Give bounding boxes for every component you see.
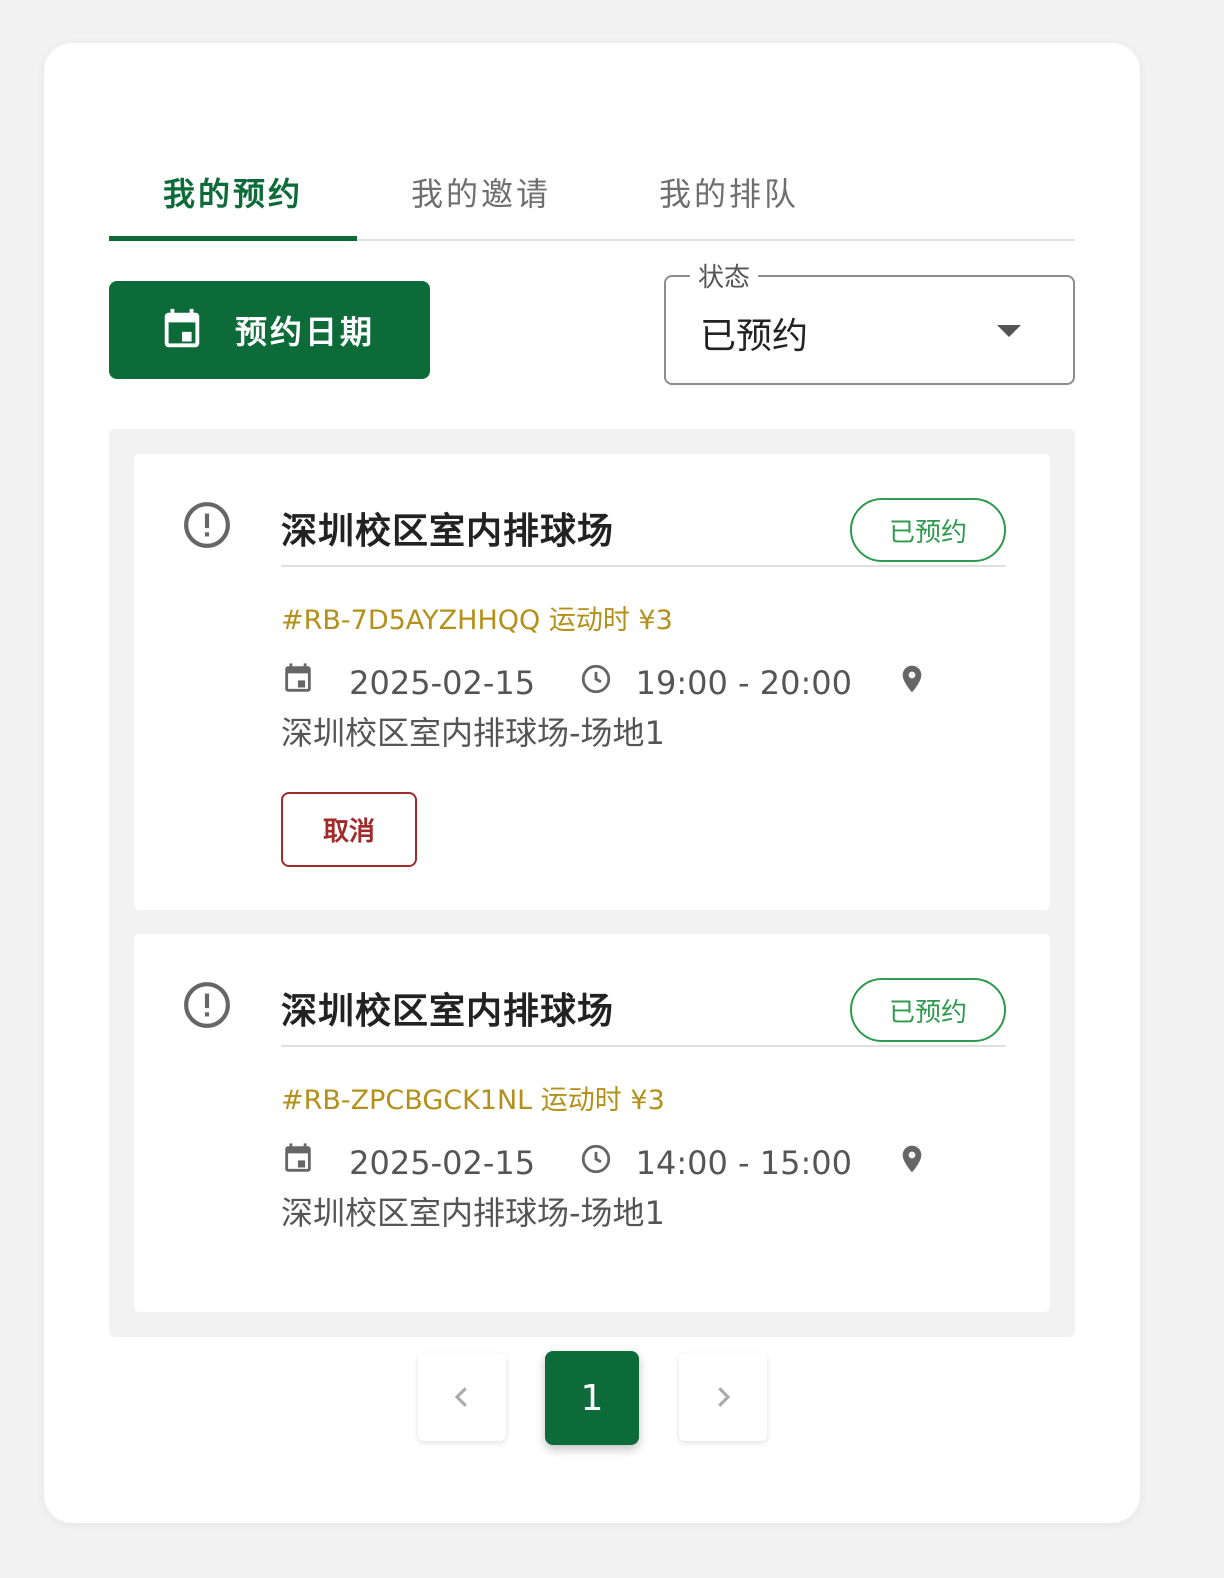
reservation-location: 深圳校区室内排球场-场地1 [281, 1194, 665, 1232]
tab-my-invitations[interactable]: 我的邀请 [357, 143, 605, 241]
reservation-title: 深圳校区室内排球场 [281, 991, 615, 1032]
reservation-date-button[interactable]: 预约日期 [109, 281, 430, 379]
clock-icon [582, 1144, 611, 1174]
divider [281, 1045, 1006, 1047]
status-badge: 已预约 [850, 498, 1006, 562]
tab-my-queue[interactable]: 我的排队 [605, 143, 853, 241]
reservation-date: 2025-02-15 [349, 664, 536, 702]
reservations-panel: 我的预约 我的邀请 我的排队 预约日期 状态 已预约 深圳校区室内排球场 已预约… [44, 43, 1140, 1523]
calendar-icon [285, 663, 311, 692]
tab-active-indicator [109, 236, 357, 241]
page-button-current[interactable]: 1 [545, 1351, 639, 1445]
alert-circle-icon [184, 502, 230, 548]
clock-icon [582, 664, 611, 694]
divider [281, 565, 1006, 567]
reservation-list: 深圳校区室内排球场 已预约 #RB-7D5AYZHHQQ 运动时 ¥3 2025… [109, 429, 1075, 1337]
reservation-location: 深圳校区室内排球场-场地1 [281, 714, 665, 752]
cancel-button[interactable]: 取消 [281, 792, 417, 867]
reservation-card: 深圳校区室内排球场 已预约 #RB-ZPCBGCK1NL 运动时 ¥3 2025… [134, 934, 1050, 1312]
reservation-date: 2025-02-15 [349, 1144, 536, 1182]
reservation-time: 19:00 - 20:00 [635, 664, 852, 702]
reservation-date-label: 预约日期 [235, 313, 376, 351]
reservation-info: 2025-02-15 14:00 - 15:00 深圳校区室内排球场-场地1 [281, 1138, 931, 1238]
reservation-info: 2025-02-15 19:00 - 20:00 深圳校区室内排球场-场地1 [281, 658, 931, 758]
reservation-card: 深圳校区室内排球场 已预约 #RB-7D5AYZHHQQ 运动时 ¥3 2025… [134, 454, 1050, 910]
reservation-title: 深圳校区室内排球场 [281, 511, 615, 552]
tab-my-reservations[interactable]: 我的预约 [109, 143, 357, 241]
reservation-code: #RB-ZPCBGCK1NL 运动时 ¥3 [281, 1085, 665, 1116]
status-select[interactable]: 状态 已预约 [664, 257, 1075, 385]
reservation-code: #RB-7D5AYZHHQQ 运动时 ¥3 [281, 605, 673, 636]
next-page-button[interactable] [679, 1353, 767, 1441]
status-select-label: 状态 [690, 257, 759, 294]
chevron-left-icon [454, 1387, 467, 1407]
tab-bar: 我的预约 我的邀请 我的排队 [109, 143, 1075, 241]
reservation-time: 14:00 - 15:00 [635, 1144, 852, 1182]
calendar-icon [164, 308, 200, 348]
status-badge: 已预约 [850, 978, 1006, 1042]
map-pin-icon [902, 1145, 922, 1173]
status-select-value: 已预约 [700, 316, 809, 357]
prev-page-button[interactable] [418, 1353, 506, 1441]
chevron-right-icon [718, 1387, 731, 1407]
caret-down-icon [997, 325, 1021, 337]
calendar-icon [285, 1143, 311, 1172]
alert-circle-icon [184, 982, 230, 1028]
map-pin-icon [902, 665, 922, 693]
